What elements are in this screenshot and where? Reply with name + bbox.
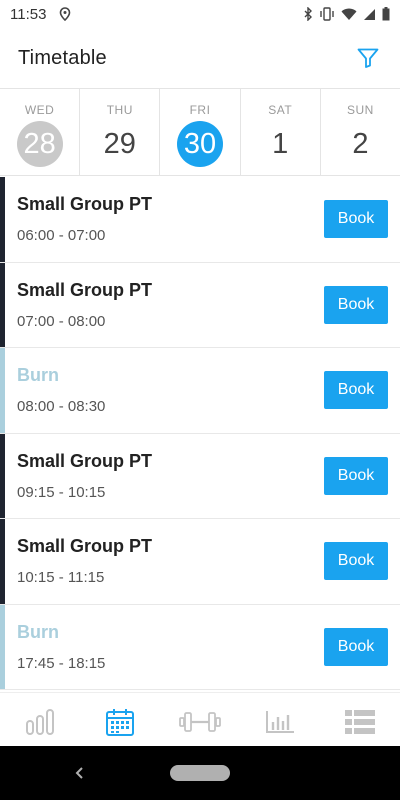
session-color-bar [0, 348, 5, 433]
session-time: 08:00 - 08:30 [17, 398, 106, 416]
session-color-bar [0, 519, 5, 604]
session-time: 17:45 - 18:15 [17, 654, 106, 672]
day-number: 2 [352, 127, 369, 160]
session-time: 07:00 - 08:00 [17, 312, 106, 330]
system-nav-bar [0, 746, 400, 800]
session-item: Small Group PT 10:15 - 11:15 Book [0, 519, 400, 605]
session-info: Burn 08:00 - 08:30 [17, 365, 105, 415]
book-button[interactable]: Book [324, 371, 388, 410]
book-button[interactable]: Book [324, 285, 388, 324]
session-item: Burn 08:00 - 08:30 Book [0, 348, 400, 434]
filter-button[interactable] [354, 44, 382, 72]
day-number: 28 [16, 121, 63, 167]
calendar-icon [106, 708, 134, 736]
day-name: THU [106, 103, 133, 117]
session-info: Small Group PT 10:15 - 11:15 [17, 536, 152, 586]
day-wed[interactable]: WED 28 [0, 89, 81, 175]
dumbbell-icon [179, 711, 221, 732]
session-name: Small Group PT [17, 536, 153, 557]
location-icon [58, 6, 72, 22]
session-color-bar [0, 262, 5, 347]
session-info: Small Group PT 06:00 - 07:00 [17, 194, 152, 244]
bar-chart-icon [266, 710, 294, 733]
day-number: 29 [103, 127, 136, 160]
day-name: SAT [268, 103, 293, 117]
session-item: Burn 17:45 - 18:15 Book [0, 604, 400, 690]
status-bar: 11:53 [0, 0, 400, 28]
day-sun[interactable]: SUN 2 [321, 89, 400, 175]
nav-timetable[interactable] [80, 693, 160, 750]
app-header: Timetable [0, 28, 400, 88]
session-list: Small Group PT 06:00 - 07:00 Book Small … [0, 177, 400, 692]
day-name: SUN [346, 103, 374, 117]
list-icon [345, 709, 375, 734]
filter-icon [357, 48, 379, 68]
session-item: Small Group PT 06:00 - 07:00 Book [0, 177, 400, 263]
session-color-bar [0, 177, 5, 262]
nav-more[interactable] [320, 693, 400, 750]
session-name: Small Group PT [17, 450, 153, 471]
system-home-button[interactable] [170, 765, 230, 781]
day-number: 30 [177, 121, 223, 167]
session-info: Small Group PT 07:00 - 08:00 [17, 280, 152, 330]
bluetooth-icon [303, 7, 313, 21]
session-item: Small Group PT 07:00 - 08:00 Book [0, 262, 400, 348]
book-button[interactable]: Book [324, 456, 388, 495]
book-button[interactable]: Book [324, 627, 388, 666]
session-color-bar [0, 604, 5, 689]
session-info: Small Group PT 09:15 - 10:15 [17, 451, 152, 501]
nav-stats[interactable] [240, 693, 320, 750]
battery-icon [382, 7, 390, 21]
book-button[interactable]: Book [324, 542, 388, 581]
nav-workouts[interactable] [160, 693, 240, 750]
bottom-nav [0, 692, 400, 750]
progress-bars-icon [26, 708, 54, 735]
day-selector: WED 28 THU 29 FRI 30 SAT 1 SUN 2 [0, 88, 400, 176]
status-icons [303, 7, 390, 21]
book-button[interactable]: Book [324, 200, 388, 239]
back-chevron-icon [75, 767, 83, 779]
wifi-icon [341, 8, 357, 21]
day-fri[interactable]: FRI 30 [160, 89, 241, 175]
session-name: Burn [17, 621, 59, 642]
session-time: 09:15 - 10:15 [17, 483, 106, 501]
session-name: Small Group PT [17, 194, 153, 215]
vibrate-icon [319, 7, 335, 21]
nav-progress[interactable] [0, 693, 80, 750]
day-name: FRI [189, 103, 211, 117]
status-time: 11:53 [10, 5, 47, 23]
session-name: Burn [17, 365, 59, 386]
signal-icon [363, 8, 376, 21]
page-title: Timetable [18, 46, 107, 69]
session-time: 10:15 - 11:15 [17, 569, 105, 587]
day-number: 1 [272, 127, 289, 160]
day-sat[interactable]: SAT 1 [241, 89, 321, 175]
day-thu[interactable]: THU 29 [80, 89, 161, 175]
session-time: 06:00 - 07:00 [17, 227, 106, 245]
session-color-bar [0, 433, 5, 518]
session-item: Small Group PT 09:15 - 10:15 Book [0, 433, 400, 519]
day-name: WED [24, 103, 55, 117]
session-info: Burn 17:45 - 18:15 [17, 622, 105, 672]
system-back-button[interactable] [70, 763, 88, 783]
session-name: Small Group PT [17, 279, 153, 300]
